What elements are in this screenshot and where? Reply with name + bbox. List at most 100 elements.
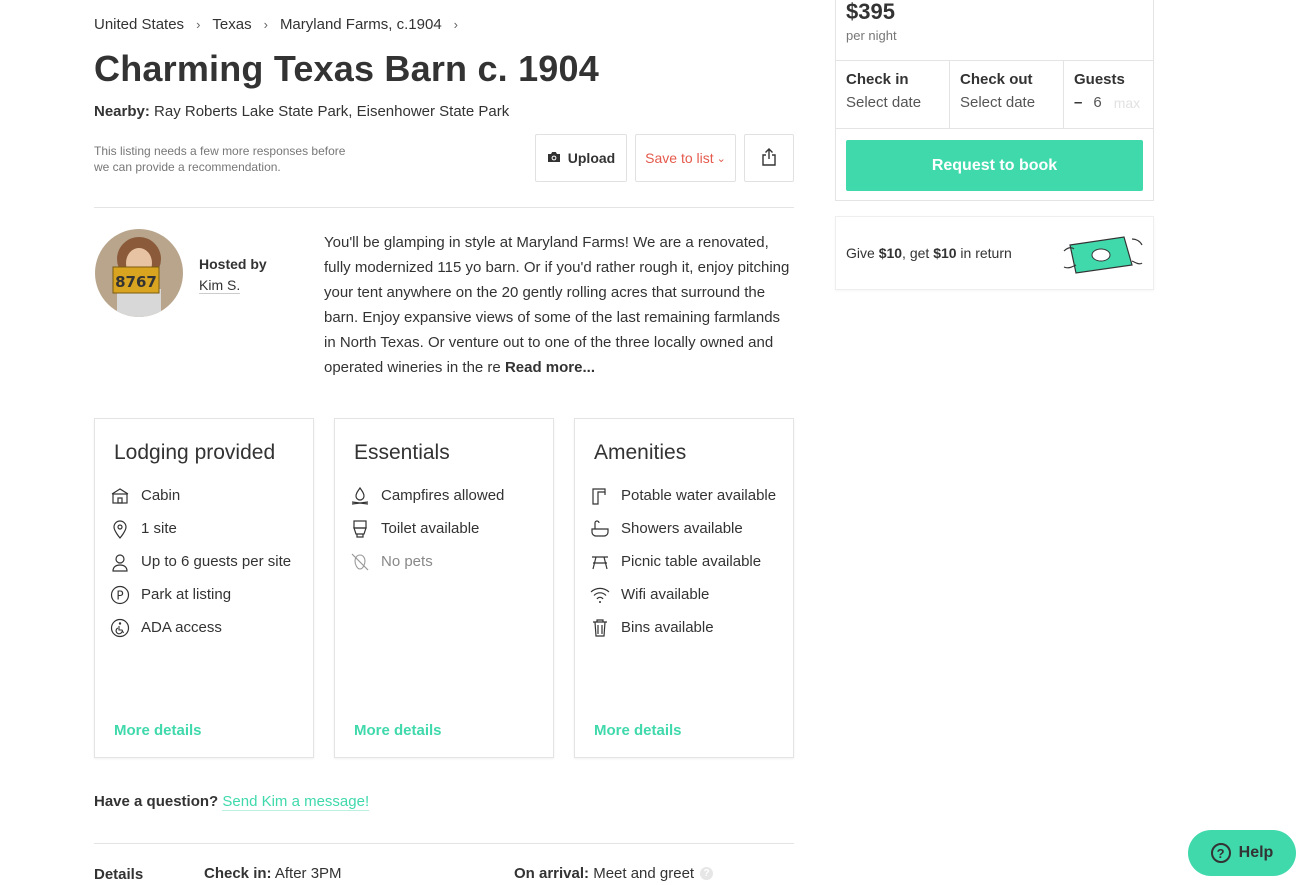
checkin-value: Select date bbox=[846, 94, 922, 111]
checkin-field[interactable]: Check in Select date bbox=[836, 61, 950, 128]
guests-stepper: – 6 max bbox=[1074, 94, 1143, 111]
list-item-label: Up to 6 guests per site bbox=[141, 553, 292, 570]
list-item-label: ADA access bbox=[141, 619, 222, 636]
wifi-icon bbox=[590, 585, 610, 605]
question-label: Have a question? bbox=[94, 793, 219, 810]
location-pin-icon bbox=[110, 519, 130, 539]
list-item: 1 site bbox=[110, 512, 291, 545]
chevron-right-icon: › bbox=[196, 17, 201, 32]
share-icon bbox=[761, 147, 777, 169]
essentials-list: Campfires allowed Toilet available No pe… bbox=[350, 479, 504, 578]
picnic-table-icon bbox=[590, 552, 610, 572]
toilet-icon bbox=[350, 519, 370, 539]
upload-button[interactable]: Upload bbox=[535, 134, 627, 182]
breadcrumb: United States › Texas › Maryland Farms, … bbox=[94, 16, 470, 33]
arrival-detail-value: Meet and greet bbox=[593, 865, 695, 882]
referral-text: Give $10, get $10 in return bbox=[846, 245, 1012, 261]
question-row: Have a question? Send Kim a message! bbox=[94, 793, 370, 811]
camera-icon bbox=[547, 150, 568, 166]
checkout-field[interactable]: Check out Select date bbox=[950, 61, 1064, 128]
card-title: Lodging provided bbox=[114, 441, 276, 464]
cabin-icon bbox=[110, 486, 130, 506]
parking-icon: P bbox=[110, 585, 130, 605]
money-icon bbox=[1062, 231, 1144, 282]
chevron-right-icon: › bbox=[453, 17, 459, 32]
help-label: Help bbox=[1238, 844, 1274, 861]
page-title: Charming Texas Barn c. 1904 bbox=[94, 48, 599, 89]
list-item-label: Campfires allowed bbox=[381, 487, 505, 504]
lodging-list: Cabin 1 site Up to 6 guests per site P P… bbox=[110, 479, 291, 644]
checkin-detail-value: After 3PM bbox=[274, 865, 342, 882]
list-item-label: Picnic table available bbox=[621, 553, 762, 570]
upload-label: Upload bbox=[567, 150, 616, 166]
booking-widget: $395 per night Check in Select date Chec… bbox=[835, 0, 1154, 201]
share-button[interactable] bbox=[744, 134, 794, 182]
list-item-label: No pets bbox=[381, 553, 433, 570]
referral-banner[interactable]: Give $10, get $10 in return bbox=[835, 216, 1154, 290]
help-circle-icon[interactable]: ? bbox=[700, 867, 714, 880]
host-avatar[interactable]: 8767 bbox=[95, 229, 183, 317]
nearby-value: Ray Roberts Lake State Park, Eisenhower … bbox=[154, 103, 510, 120]
guests-max-button[interactable]: max bbox=[1114, 95, 1140, 111]
breadcrumb-state[interactable]: Texas bbox=[212, 16, 251, 33]
referral-give-amount: $10 bbox=[878, 245, 903, 261]
details-heading: Details bbox=[94, 866, 144, 883]
booking-fields: Check in Select date Check out Select da… bbox=[836, 60, 1153, 129]
amenities-card: Amenities Potable water available Shower… bbox=[574, 418, 794, 758]
save-label: Save to list bbox=[645, 150, 714, 166]
description-text: You'll be glamping in style at Maryland … bbox=[324, 234, 790, 376]
checkin-label: Check in bbox=[846, 71, 909, 88]
guests-icon bbox=[110, 552, 130, 572]
guests-decrement-button[interactable]: – bbox=[1074, 94, 1082, 111]
list-item: P Park at listing bbox=[110, 578, 291, 611]
list-item: Toilet available bbox=[350, 512, 504, 545]
trash-bin-icon bbox=[590, 618, 610, 638]
more-details-link[interactable]: More details bbox=[354, 722, 442, 739]
checkout-label: Check out bbox=[960, 71, 1033, 88]
breadcrumb-property[interactable]: Maryland Farms, c.1904 bbox=[280, 16, 442, 33]
per-night-label: per night bbox=[846, 28, 897, 43]
list-item: No pets bbox=[350, 545, 504, 578]
divider bbox=[94, 843, 794, 844]
list-item-label: Toilet available bbox=[381, 520, 480, 537]
accessibility-icon bbox=[110, 618, 130, 638]
request-to-book-button[interactable]: Request to book bbox=[846, 140, 1143, 191]
referral-prefix: Give bbox=[846, 245, 879, 261]
chevron-down-icon: ⌄ bbox=[716, 152, 726, 165]
host-name-link[interactable]: Kim S. bbox=[199, 277, 241, 294]
guests-field: Guests – 6 max bbox=[1064, 61, 1153, 128]
list-item: Bins available bbox=[590, 611, 776, 644]
breadcrumb-country[interactable]: United States bbox=[94, 16, 184, 33]
help-button[interactable]: ? Help bbox=[1188, 830, 1296, 876]
list-item-label: Bins available bbox=[621, 619, 714, 636]
checkin-detail: Check in: After 3PM bbox=[204, 865, 342, 882]
divider bbox=[94, 207, 794, 208]
list-item: Cabin bbox=[110, 479, 291, 512]
amenities-list: Potable water available Showers availabl… bbox=[590, 479, 776, 644]
card-title: Essentials bbox=[354, 441, 450, 464]
svg-text:P: P bbox=[116, 588, 123, 602]
recommendation-notice: This listing needs a few more responses … bbox=[94, 144, 346, 174]
price: $395 bbox=[846, 0, 895, 24]
more-details-link[interactable]: More details bbox=[594, 722, 682, 739]
list-item: Picnic table available bbox=[590, 545, 776, 578]
referral-get-amount: $10 bbox=[933, 245, 957, 261]
list-item: Campfires allowed bbox=[350, 479, 504, 512]
list-item: Showers available bbox=[590, 512, 776, 545]
read-more-link[interactable]: Read more... bbox=[505, 359, 595, 376]
more-details-link[interactable]: More details bbox=[114, 722, 202, 739]
card-title: Amenities bbox=[594, 441, 687, 464]
save-to-list-button[interactable]: Save to list ⌄ bbox=[635, 134, 736, 182]
chevron-right-icon: › bbox=[263, 17, 268, 32]
guests-label: Guests bbox=[1074, 71, 1125, 88]
list-item-label: Cabin bbox=[141, 487, 181, 504]
arrival-detail: On arrival: Meet and greet ? bbox=[514, 865, 714, 882]
campfire-icon bbox=[350, 486, 370, 506]
shower-icon bbox=[590, 519, 610, 539]
listing-description: You'll be glamping in style at Maryland … bbox=[324, 230, 794, 380]
list-item: Wifi available bbox=[590, 578, 776, 611]
send-message-link[interactable]: Send Kim a message! bbox=[222, 793, 370, 811]
arrival-detail-label: On arrival: bbox=[514, 865, 590, 882]
svg-text:8767: 8767 bbox=[115, 273, 157, 291]
lodging-card: Lodging provided Cabin 1 site Up to 6 gu… bbox=[94, 418, 314, 758]
